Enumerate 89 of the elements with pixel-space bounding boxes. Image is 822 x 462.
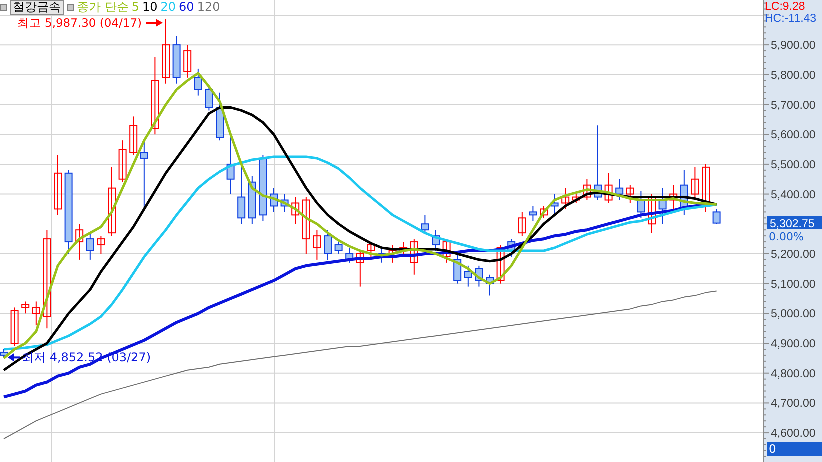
- legend-entry: 5: [132, 0, 140, 15]
- legend-entry: 120: [197, 0, 220, 15]
- axis-label: 5,100.00: [771, 278, 816, 291]
- indicator-label: HC:-11.43: [765, 13, 817, 25]
- candlestick: [508, 238, 516, 258]
- candlestick: [86, 232, 94, 260]
- axis-label: 5,500.00: [771, 159, 816, 172]
- title-button[interactable]: 철강금속: [10, 0, 64, 15]
- candlestick: [658, 188, 667, 225]
- candlestick: [302, 196, 310, 254]
- axis-label: 4,600.00: [771, 428, 816, 440]
- candlestick: [140, 140, 148, 210]
- candlestick: [270, 188, 278, 213]
- candlestick: [529, 206, 538, 222]
- annotation-arrow: [8, 354, 20, 362]
- legend-entry: 60: [179, 0, 194, 15]
- candlestick: [97, 236, 106, 254]
- axis-label: 4,800.00: [771, 368, 816, 380]
- candlestick: [280, 194, 289, 213]
- candlestick: [572, 194, 580, 204]
- candlestick: [22, 301, 30, 314]
- candlestick: [410, 238, 418, 276]
- candlestick: [118, 140, 127, 183]
- candlestick: [637, 190, 646, 219]
- candlestick: [475, 265, 484, 288]
- candlestick: [583, 178, 592, 201]
- candlestick: [205, 86, 214, 112]
- axis-label: 5,600.00: [771, 130, 816, 142]
- axis-label: 5,400.00: [771, 189, 816, 202]
- candlestick: [292, 196, 300, 225]
- candlestick: [54, 155, 62, 216]
- price-annotation: 최고 5,987.30 (04/17): [17, 16, 142, 30]
- candlestick: [540, 206, 548, 219]
- candlestick: [464, 265, 472, 288]
- candlestick: [216, 92, 224, 142]
- candlestick: [712, 208, 721, 225]
- axis-label: 5,700.00: [771, 100, 816, 112]
- candlestick: [324, 230, 332, 260]
- candlestick: [486, 274, 494, 296]
- candlestick: [108, 166, 116, 237]
- price-tag: 5,302.75: [767, 216, 822, 230]
- square-icon: [67, 4, 74, 11]
- candlestick: [259, 155, 268, 222]
- candlestick: [10, 307, 19, 347]
- legend-entry: 10: [142, 0, 158, 15]
- axis-label: 4,900.00: [771, 338, 816, 351]
- candlestick: [32, 301, 40, 326]
- axis-label: 4,700.00: [771, 398, 816, 410]
- candlestick: [432, 230, 440, 252]
- candlestick: [616, 178, 624, 201]
- legend-label: 종가 단순: [77, 0, 129, 15]
- candlestick: [238, 164, 246, 225]
- candlestick: [313, 230, 322, 260]
- candlestick: [378, 248, 386, 264]
- candlestick: [248, 176, 256, 225]
- candlestick: [194, 68, 202, 96]
- axis-label: 5,800.00: [771, 70, 816, 82]
- candlestick: [421, 214, 430, 234]
- candlestick: [162, 18, 170, 84]
- candlestick: [454, 253, 462, 284]
- candlestick: [388, 244, 397, 264]
- candlestick: [648, 194, 656, 234]
- square-icon: [0, 4, 7, 11]
- candlestick: [702, 164, 710, 213]
- legend-entry: 20: [160, 0, 176, 15]
- candlestick: [562, 188, 570, 210]
- volume-tag: 0: [767, 442, 822, 456]
- candlestick: [496, 244, 505, 284]
- candlestick: [334, 242, 343, 254]
- candlestick: [76, 224, 84, 260]
- candlestick: [0, 348, 8, 358]
- candlestick: [172, 36, 181, 84]
- candlestick: [518, 212, 526, 237]
- change-label: 0.00%: [769, 230, 804, 244]
- candlestick: [130, 116, 138, 156]
- indicator-label: LC:9.28: [765, 1, 806, 13]
- candlestick: [442, 242, 451, 264]
- candlestick: [346, 248, 354, 264]
- annotation-arrow: [146, 19, 163, 27]
- candlestick: [691, 166, 700, 201]
- candlestick: [604, 172, 613, 204]
- candlestick: [184, 44, 192, 78]
- candlestick: [356, 250, 364, 288]
- axis-label: 5,200.00: [771, 248, 816, 261]
- candlestick: [680, 170, 688, 216]
- candlestick: [550, 194, 559, 216]
- candlestick: [626, 184, 634, 204]
- axis-label: 5,900.00: [771, 40, 816, 52]
- axis-label: 5,000.00: [771, 308, 816, 321]
